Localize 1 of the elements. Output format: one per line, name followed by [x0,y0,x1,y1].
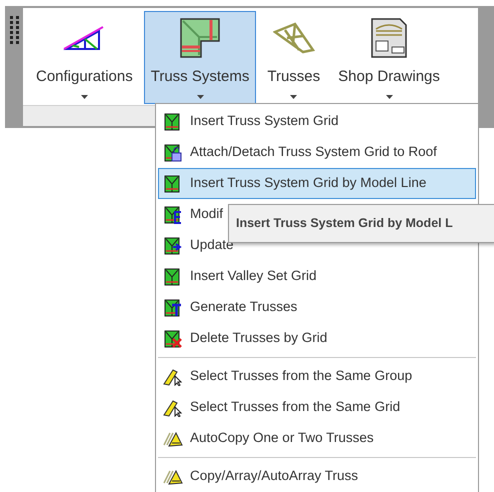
tooltip: Insert Truss System Grid by Model L [228,204,494,243]
